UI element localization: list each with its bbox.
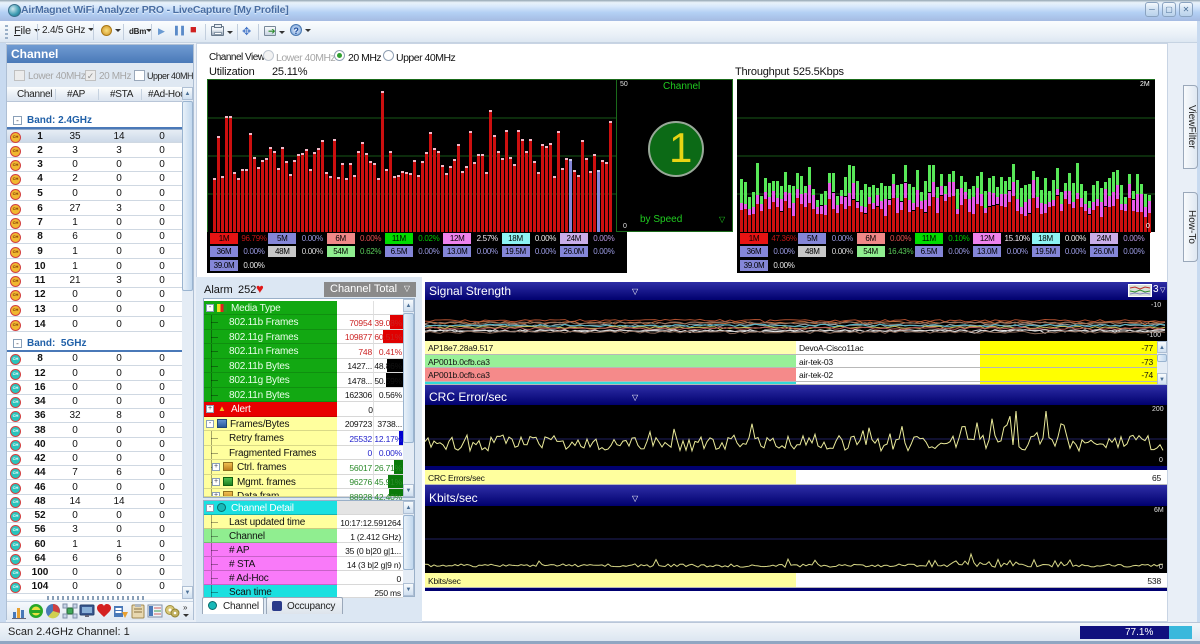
- svg-text:»: »: [183, 603, 188, 612]
